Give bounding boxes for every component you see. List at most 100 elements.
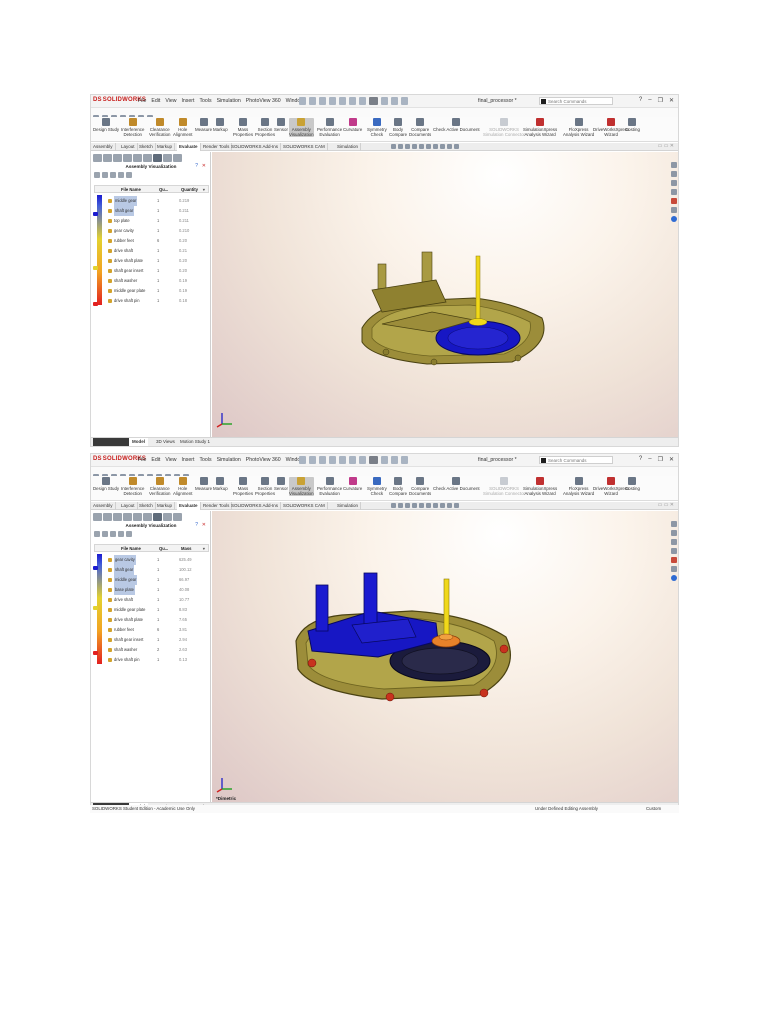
color-icon[interactable] [110,531,116,537]
list-item[interactable]: drive shaft 1 10.77 [105,595,209,605]
home-icon[interactable] [671,521,677,527]
ribbon-clearance-verification-button[interactable]: Clearance Verification [149,118,170,137]
ribbon-interference-detection-button[interactable]: Interference Detection [121,118,144,137]
view-orientation-icon[interactable] [419,503,424,508]
column-file-name[interactable]: File Name [121,546,141,551]
ribbon-simulation-connector-button[interactable]: SOLIDWORKS Simulation Connector [483,477,525,496]
previous-view-icon[interactable] [405,503,410,508]
tab-layout[interactable]: Layout [119,502,138,510]
tree-icon[interactable] [163,513,172,521]
menu-photoview-360[interactable]: PhotoView 360 [246,457,281,463]
ribbon-markup-button[interactable]: Markup [213,477,228,491]
view-orientation-icon[interactable] [419,144,424,149]
graphics-area[interactable]: *Dimetric [212,511,678,802]
tab-assembly[interactable]: Assembly [91,502,116,510]
list-item[interactable]: drive shaft plate 1 0.20 [105,256,209,266]
search-commands-input[interactable]: Search Commands [539,97,613,105]
appearance-icon[interactable] [440,503,445,508]
flat-list-icon[interactable] [94,172,100,178]
ribbon-markup-button[interactable]: Markup [213,118,228,132]
dimxpert-icon[interactable] [123,513,132,521]
assembly-visualization-tab-icon[interactable] [153,154,162,162]
view-palette-icon[interactable] [671,557,677,563]
display-style-icon[interactable] [426,503,431,508]
resources-icon[interactable] [671,171,677,177]
middle-slider[interactable] [93,606,98,610]
dimxpert-icon[interactable] [123,154,132,162]
menu-view[interactable]: View [165,98,176,104]
list-item[interactable]: rubber feet 6 3.81 [105,625,209,635]
tab-solidworks-cam[interactable]: SOLIDWORKS CAM [281,143,328,151]
design-library-icon[interactable] [671,539,677,545]
close-icon[interactable]: ✕ [202,163,206,169]
tab-sketch[interactable]: Sketch [137,502,156,510]
ribbon-floxpress-button[interactable]: FloXpress Analysis Wizard [563,118,594,137]
close-button[interactable]: ✕ [669,456,674,463]
tab-render-tools[interactable]: Render Tools [201,143,233,151]
minimize-button[interactable]: – [648,97,651,104]
scene-icon[interactable] [447,503,452,508]
configuration-manager-icon[interactable] [113,513,122,521]
help-icon[interactable]: ? [195,163,198,169]
custom-properties-icon[interactable] [671,575,677,581]
tab-simulation[interactable]: Simulation [335,502,362,510]
ribbon-driveworksxpress-button[interactable]: DriveWorksXpress Wizard [593,477,629,496]
ribbon-section-properties-button[interactable]: Section Properties [255,118,275,137]
column-dropdown-icon[interactable]: ▾ [203,546,205,551]
status-units[interactable]: Custom [646,805,661,813]
hide-show-icon[interactable] [433,144,438,149]
filter-icon[interactable] [126,172,132,178]
menu-simulation[interactable]: Simulation [217,457,241,463]
tab-markup[interactable]: Markup [155,143,176,151]
configuration-manager-icon[interactable] [113,154,122,162]
new-document-icon[interactable] [309,97,316,105]
ribbon-hole-alignment-button[interactable]: Hole Alignment [173,477,193,496]
file-explorer-icon[interactable] [671,548,677,554]
top-slider[interactable] [93,566,98,570]
tab-sketch[interactable]: Sketch [137,143,156,151]
tab-layout[interactable]: Layout [119,143,138,151]
bottom-tab-motion-study-1[interactable]: Motion Study 1 [177,438,213,446]
ribbon-costing-button[interactable]: Costing [625,118,640,132]
save-icon[interactable] [329,456,336,464]
column-dropdown-icon[interactable]: ▾ [203,187,205,192]
list-item[interactable]: middle gear plate 1 0.19 [105,286,209,296]
tab-solidworks-add-ins[interactable]: SOLIDWORKS Add-Ins [229,502,282,510]
ribbon-sensor-button[interactable]: Sensor [274,477,288,491]
undo-icon[interactable] [349,456,356,464]
column-file-name[interactable]: File Name [121,187,141,192]
ribbon-sensor-button[interactable]: Sensor [274,118,288,132]
display-manager-icon[interactable] [133,513,142,521]
tab-render-tools[interactable]: Render Tools [201,502,233,510]
hide-show-icon[interactable] [433,503,438,508]
options-gear-icon[interactable] [401,97,408,105]
ribbon-body-compare-button[interactable]: Body Compare [389,118,407,137]
menu-view[interactable]: View [165,457,176,463]
help-icon[interactable]: ? [639,456,642,463]
list-item[interactable]: shaft gear 1 100.12 [105,565,209,575]
ribbon-costing-button[interactable]: Costing [625,477,640,491]
list-item[interactable]: rubber feet 6 0.20 [105,236,209,246]
cam-manager-icon[interactable] [143,154,152,162]
ribbon-section-properties-button[interactable]: Section Properties [255,477,275,496]
search-commands-input[interactable]: Search Commands [539,456,613,464]
scene-icon[interactable] [447,144,452,149]
middle-slider[interactable] [93,266,98,270]
bottom-slider[interactable] [93,651,98,655]
column-value[interactable]: Mass [181,546,191,551]
help-icon[interactable]: ? [195,522,198,528]
appearances-icon[interactable] [671,207,677,213]
ribbon-simulation-connector-button[interactable]: SOLIDWORKS Simulation Connector [483,118,525,137]
ribbon-measure-button[interactable]: Measure [195,477,212,491]
chart-icon[interactable] [173,154,182,162]
design-library-icon[interactable] [671,180,677,186]
menu-file[interactable]: File [138,457,146,463]
columns-icon[interactable] [118,172,124,178]
ribbon-simulationxpress-button[interactable]: SimulationXpress Analysis Wizard [523,118,557,137]
menu-file[interactable]: File [138,98,146,104]
options-gear-icon[interactable] [401,456,408,464]
list-item[interactable]: top plate 1 0.211 [105,216,209,226]
menu-tools[interactable]: Tools [199,457,211,463]
list-item[interactable]: shaft gear insert 1 2.94 [105,635,209,645]
print-icon[interactable] [339,456,346,464]
